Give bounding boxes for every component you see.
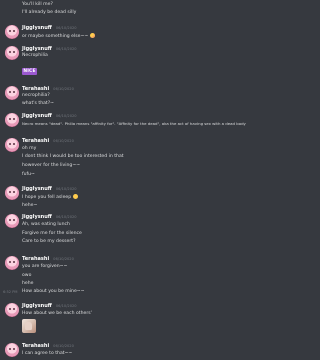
- message-timestamp: 06/10/2020: [55, 26, 77, 30]
- message-text: you are forgiven~~: [22, 264, 68, 269]
- username[interactable]: Terahashi: [22, 343, 49, 349]
- message-timestamp: 06/10/2020: [53, 139, 74, 143]
- avatar[interactable]: [5, 25, 19, 39]
- message-text: hehe: [22, 281, 34, 286]
- message-text: what's that?~: [22, 101, 55, 106]
- message-timestamp: 06/10/2020: [55, 304, 77, 308]
- message-text: fufu~: [22, 172, 35, 177]
- username[interactable]: Jigglysnuff: [22, 113, 52, 119]
- avatar[interactable]: [5, 343, 19, 357]
- message-text: Necrophilia: [22, 53, 48, 58]
- blush-emoji-icon: [90, 33, 96, 38]
- message-text: owo: [22, 273, 32, 278]
- message-text: Ah, was eating lunch: [22, 222, 70, 227]
- username[interactable]: Jigglysnuff: [22, 25, 52, 31]
- avatar[interactable]: [5, 186, 19, 200]
- username[interactable]: Jigglysnuff: [22, 214, 52, 220]
- message-text: Necro means "dead". Philia means "affini…: [22, 121, 246, 126]
- message-text: hehe~: [22, 203, 38, 208]
- message-text: How about we be each others': [22, 311, 92, 316]
- message-text: How about you be mine~~: [22, 289, 85, 294]
- message-text: I hope you fell asleep: [22, 195, 72, 200]
- hover-timestamp: 6:52 PM: [3, 290, 18, 294]
- nice-sticker-image: NICE: [22, 68, 37, 75]
- message-text: I can agree to that~~: [22, 351, 73, 356]
- username[interactable]: Jigglysnuff: [22, 46, 52, 52]
- avatar[interactable]: [5, 86, 19, 100]
- avatar[interactable]: [5, 256, 19, 270]
- avatar[interactable]: [5, 113, 19, 127]
- message-text: Care to be my dessert?: [22, 239, 76, 244]
- message-text: I dont think I would be too interested i…: [22, 154, 124, 159]
- username[interactable]: Terahashi: [22, 256, 49, 262]
- message-timestamp: 06/10/2020: [55, 114, 77, 118]
- message-text: oh my: [22, 146, 37, 151]
- message-text: however for the living~~: [22, 163, 81, 168]
- avatar[interactable]: [5, 303, 19, 317]
- message-timestamp: 06/10/2020: [53, 87, 74, 91]
- avatar[interactable]: [5, 138, 19, 152]
- username[interactable]: Terahashi: [22, 138, 49, 144]
- message-timestamp: 06/10/2020: [55, 47, 77, 51]
- message-timestamp: 06/10/2020: [53, 344, 74, 348]
- avatar[interactable]: [5, 46, 19, 60]
- username[interactable]: Terahashi: [22, 86, 49, 92]
- message-text: Forgive me for the silence: [22, 231, 82, 236]
- message-line: You'll kill me?: [22, 2, 53, 7]
- username[interactable]: Jigglysnuff: [22, 303, 52, 309]
- message-text: necrophilia?: [22, 93, 50, 98]
- message-text: or maybe something else~~: [22, 34, 89, 39]
- message-line: I'll already be dead silly: [22, 10, 77, 15]
- smile-emoji-icon: [73, 194, 79, 199]
- message-timestamp: 06/10/2020: [53, 257, 74, 261]
- message-timestamp: 06/10/2020: [55, 215, 77, 219]
- username[interactable]: Jigglysnuff: [22, 186, 52, 192]
- message-timestamp: 06/10/2020: [55, 187, 77, 191]
- avatar[interactable]: [5, 214, 19, 228]
- attached-image[interactable]: [22, 319, 36, 333]
